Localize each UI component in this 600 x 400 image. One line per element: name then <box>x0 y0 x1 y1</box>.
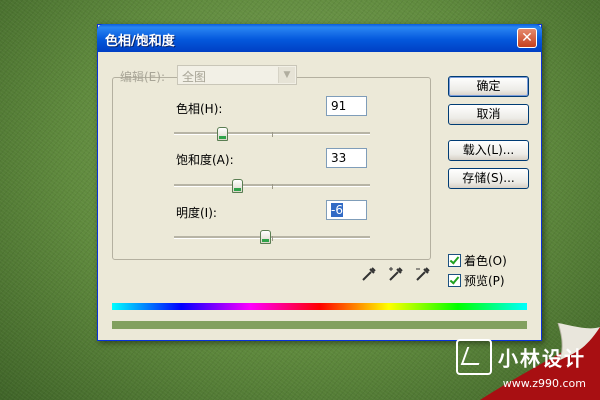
edit-channel-select[interactable]: 全图 ▼ <box>177 65 297 85</box>
cancel-button[interactable]: 取消 <box>448 104 529 125</box>
lightness-label: 明度(I): <box>176 206 217 220</box>
watermark: 小林设计 www.z990.com <box>456 339 586 390</box>
saturation-slider-tick <box>272 184 273 189</box>
eyedropper-minus-icon[interactable] <box>414 265 432 283</box>
lightness-input[interactable]: -6 <box>326 200 367 220</box>
title-bar[interactable]: 色相/饱和度 ✕ <box>97 24 542 52</box>
hue-label: 色相(H): <box>176 102 223 116</box>
colorize-label: 着色(O) <box>464 254 507 268</box>
watermark-logo-icon <box>456 339 492 375</box>
preview-option[interactable]: 预览(P) <box>448 274 505 290</box>
lightness-slider-thumb[interactable] <box>260 230 271 244</box>
preview-label: 预览(P) <box>464 274 505 288</box>
preview-checkbox[interactable] <box>448 274 461 287</box>
close-button[interactable]: ✕ <box>517 28 537 48</box>
colorize-option[interactable]: 着色(O) <box>448 254 507 270</box>
eyedropper-icon[interactable] <box>360 265 378 283</box>
saturation-slider-thumb[interactable] <box>232 179 243 193</box>
watermark-name: 小林设计 <box>498 346 586 371</box>
save-button[interactable]: 存储(S)... <box>448 168 529 189</box>
hue-input[interactable]: 91 <box>326 96 367 116</box>
close-icon: ✕ <box>521 30 533 46</box>
hue-slider-tick <box>272 132 273 137</box>
edit-selected-value: 全图 <box>182 70 207 84</box>
load-button[interactable]: 载入(L)... <box>448 140 529 161</box>
hue-saturation-dialog: 色相/饱和度 ✕ 编辑(E): 全图 ▼ 色相(H): 91 饱和度(A): 3… <box>97 24 542 341</box>
hue-slider-thumb[interactable] <box>217 127 228 141</box>
watermark-url: www.z990.com <box>502 377 586 390</box>
colorize-checkbox[interactable] <box>448 254 461 267</box>
chevron-down-icon: ▼ <box>278 67 295 83</box>
lightness-slider-tick <box>272 236 273 241</box>
saturation-input[interactable]: 33 <box>326 148 367 168</box>
eyedropper-plus-icon[interactable] <box>387 265 405 283</box>
ok-button[interactable]: 确定 <box>448 76 529 97</box>
edit-label: 编辑(E): <box>120 70 165 84</box>
adjustment-group <box>112 77 431 260</box>
saturation-label: 饱和度(A): <box>176 153 234 167</box>
lightness-value: -6 <box>331 203 343 217</box>
dialog-title: 色相/饱和度 <box>105 34 175 49</box>
